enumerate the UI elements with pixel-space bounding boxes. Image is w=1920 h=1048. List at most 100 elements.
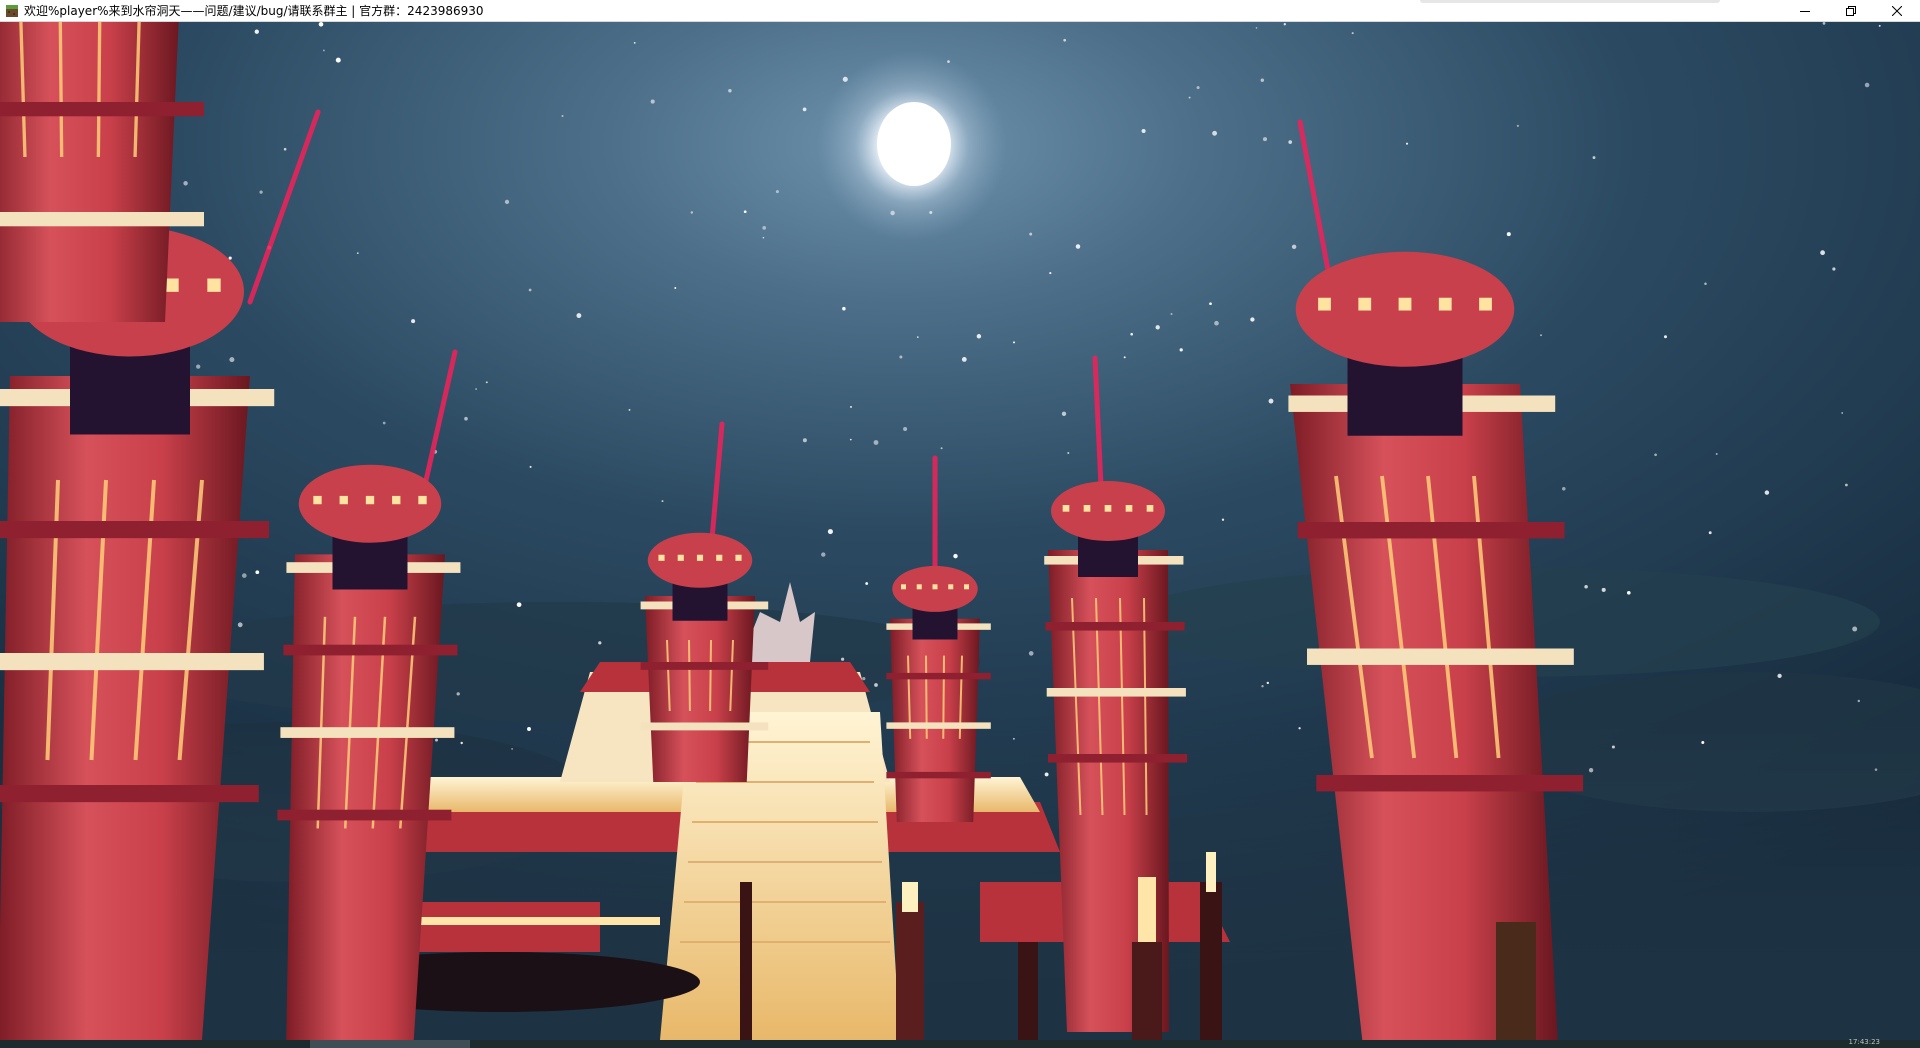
tower	[1044, 481, 1188, 1032]
star	[255, 570, 260, 575]
moon	[817, 51, 1007, 241]
star	[241, 573, 247, 578]
star	[850, 405, 852, 408]
star	[874, 683, 878, 687]
star	[411, 319, 416, 324]
title-bar[interactable]: 欢迎%player%来到水帘洞天——问题/建议/bug/请联系群主 | 官方群：…	[0, 0, 1920, 22]
star	[318, 22, 324, 27]
star	[460, 741, 463, 745]
taskbar: 17:43:23	[0, 1038, 1920, 1048]
star	[1764, 490, 1770, 495]
star	[516, 602, 522, 608]
star	[1188, 96, 1191, 99]
star	[1067, 451, 1070, 455]
star	[335, 57, 341, 63]
star	[1820, 250, 1825, 256]
star	[842, 306, 846, 311]
star	[1874, 768, 1878, 771]
star	[254, 29, 259, 34]
star	[849, 438, 852, 441]
star	[382, 421, 386, 425]
star	[1288, 140, 1293, 144]
star	[322, 49, 325, 52]
star	[628, 408, 631, 411]
star	[1196, 86, 1200, 90]
star	[1044, 772, 1049, 777]
star	[529, 465, 532, 468]
star	[1221, 518, 1225, 521]
star	[865, 582, 869, 585]
taskbar-clock: 17:43:23	[1848, 1038, 1880, 1046]
star	[283, 147, 287, 151]
star	[1584, 585, 1588, 589]
star	[661, 500, 664, 503]
star	[775, 190, 779, 194]
star	[953, 553, 958, 559]
star	[1601, 587, 1606, 592]
star	[1540, 334, 1542, 337]
star	[1298, 727, 1301, 730]
star	[1405, 142, 1409, 145]
star	[840, 657, 845, 661]
star	[1611, 745, 1615, 749]
star	[475, 388, 478, 390]
taskbar-active-app[interactable]	[310, 1040, 470, 1048]
game-window: 欢迎%player%来到水帘洞天——问题/建议/bug/请联系群主 | 官方群：…	[0, 0, 1920, 1048]
star	[1852, 626, 1858, 632]
star	[1209, 302, 1212, 306]
star	[1214, 320, 1219, 326]
star	[229, 357, 235, 363]
star	[1262, 137, 1268, 142]
star	[1562, 487, 1566, 491]
restore-button[interactable]	[1828, 0, 1874, 22]
star	[1063, 38, 1067, 42]
star	[1777, 673, 1782, 679]
star	[1170, 313, 1173, 315]
minecraft-block-icon	[6, 4, 18, 17]
star	[633, 41, 636, 44]
star	[762, 226, 767, 230]
restore-icon	[1846, 5, 1856, 16]
star	[1028, 651, 1034, 656]
star	[1592, 156, 1596, 160]
star	[1268, 398, 1274, 404]
star	[1141, 128, 1146, 134]
star	[1061, 411, 1067, 416]
star	[940, 447, 943, 450]
star	[1351, 32, 1354, 35]
star	[1075, 244, 1081, 249]
star	[228, 256, 232, 260]
close-button[interactable]	[1874, 0, 1920, 22]
star	[1049, 272, 1052, 275]
star	[1715, 453, 1718, 455]
star	[916, 336, 919, 338]
star	[961, 357, 967, 362]
star	[576, 313, 582, 319]
game-viewport[interactable]	[0, 22, 1920, 1040]
star	[1291, 244, 1297, 250]
star	[762, 236, 765, 239]
star	[528, 288, 532, 292]
star	[862, 677, 866, 681]
star	[237, 622, 243, 628]
star	[1701, 741, 1705, 744]
star	[1878, 24, 1881, 27]
star	[561, 114, 564, 118]
star	[1857, 699, 1861, 703]
star	[1841, 412, 1844, 414]
star	[650, 99, 655, 104]
star	[511, 748, 513, 750]
star	[1012, 341, 1016, 344]
minimize-button[interactable]	[1782, 0, 1828, 22]
star	[873, 440, 879, 445]
star	[1626, 590, 1631, 595]
star	[1123, 356, 1126, 359]
star	[674, 287, 677, 289]
star	[728, 88, 732, 93]
star	[743, 210, 747, 214]
star	[485, 381, 488, 384]
star	[1506, 232, 1511, 237]
star	[1130, 332, 1134, 336]
star	[196, 364, 201, 369]
star	[1266, 681, 1270, 685]
